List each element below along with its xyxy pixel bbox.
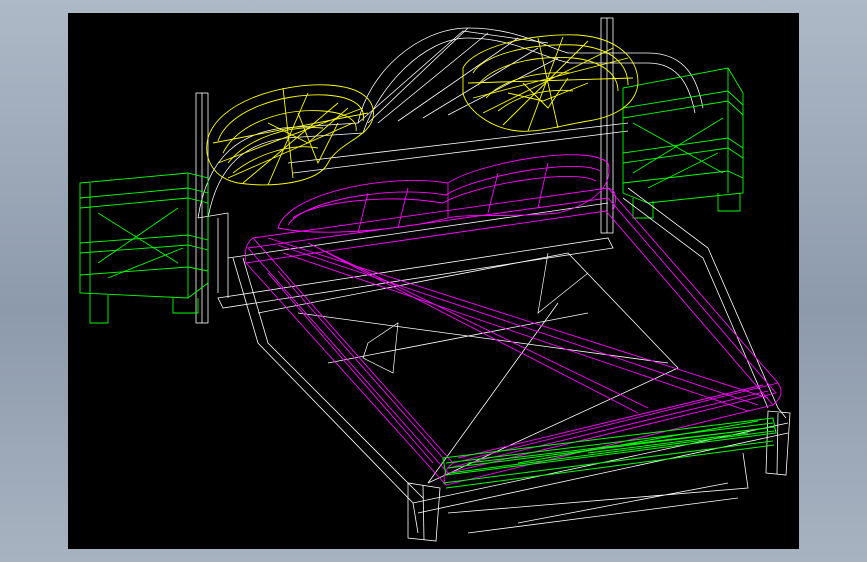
nightstand-left: [79, 172, 209, 324]
bed-frame: [232, 187, 791, 542]
nightstand-right: [622, 67, 744, 219]
cad-viewport[interactable]: [68, 13, 799, 549]
pillow-left: [206, 84, 374, 186]
bed-wireframe-model: [79, 17, 791, 542]
pillow-right: [462, 34, 639, 132]
